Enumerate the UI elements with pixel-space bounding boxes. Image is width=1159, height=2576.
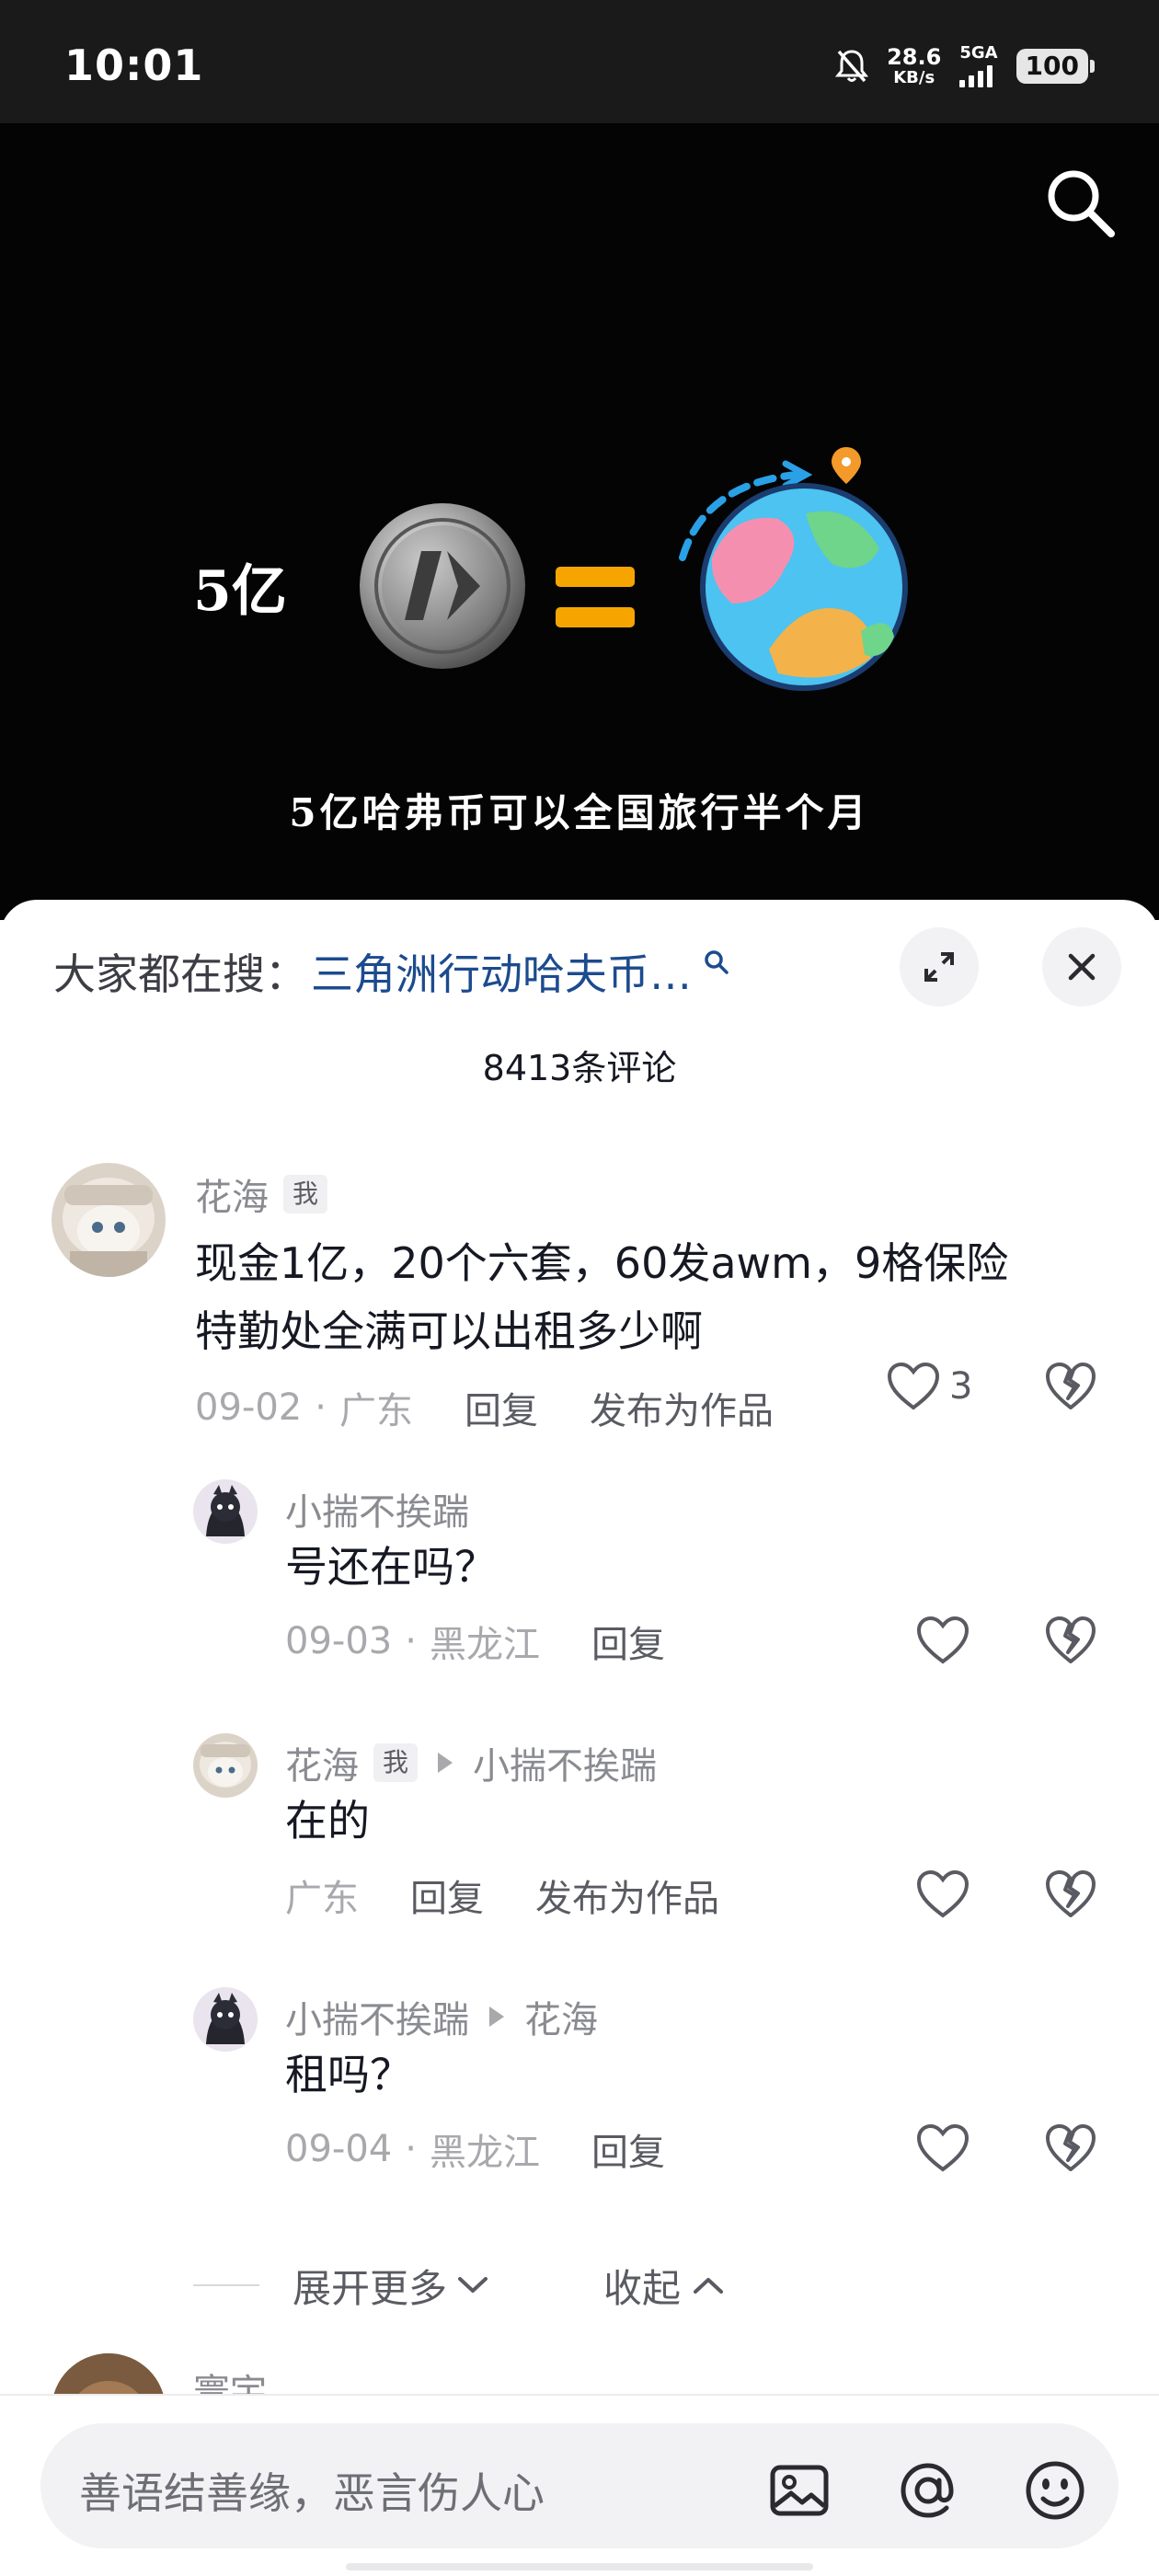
comment-author-row: 花海 我: [195, 1167, 328, 1221]
comment-date: 09-02: [195, 1386, 303, 1429]
reply-to-arrow-icon: [438, 1753, 453, 1773]
video-price-text: 5亿: [193, 559, 287, 624]
reply-date: 09-04: [285, 2128, 393, 2170]
hot-search-query[interactable]: 三角洲行动哈夫币…: [311, 941, 692, 1002]
search-icon[interactable]: [1041, 164, 1119, 241]
battery-icon: 100: [1016, 48, 1095, 85]
reply-button[interactable]: 回复: [410, 1869, 484, 1922]
network-indicator: 5GA: [959, 43, 998, 87]
fullscreen-button[interactable]: [900, 927, 979, 1006]
dislike-icon[interactable]: [1045, 1616, 1096, 1665]
coin-icon: [360, 503, 525, 669]
status-time: 10:01: [64, 40, 204, 90]
me-badge: 我: [373, 1743, 419, 1782]
like-icon[interactable]: [916, 1616, 970, 1665]
comment-text-line1[interactable]: 现金1亿，20个六套，60发awm，9格保险: [195, 1229, 1008, 1297]
close-icon: [1068, 953, 1096, 981]
comment-input-bar: 善语结善缘，恶言伤人心: [0, 2394, 1159, 2576]
reply-location: 黑龙江: [429, 1624, 540, 1666]
me-badge: 我: [283, 1175, 328, 1213]
reply-date: 09-03: [285, 1620, 393, 1662]
chevron-up-icon: [694, 2278, 724, 2294]
comment-meta: 09-02 · 广东 回复 发布为作品: [195, 1382, 774, 1433]
expand-icon: [924, 952, 954, 982]
status-icons: 28.6 KB/s 5GA 100: [835, 44, 1095, 88]
dislike-icon[interactable]: [1045, 2123, 1096, 2173]
reply-location: 黑龙江: [429, 2132, 540, 2174]
reply-meta: 广东 回复 发布为作品: [285, 1869, 719, 1921]
chevron-down-icon: [458, 2277, 488, 2293]
like-count: 3: [949, 1365, 973, 1408]
reply-author-row: 花海 我 小揣不挨踹: [285, 1737, 657, 1788]
comment-author[interactable]: 花海: [195, 1167, 269, 1221]
avatar[interactable]: [193, 1733, 258, 1798]
reply-button[interactable]: 回复: [591, 2122, 665, 2176]
collapse-button[interactable]: 收起: [603, 2260, 725, 2311]
hot-search-label: 大家都在搜：: [53, 949, 307, 999]
reply-text[interactable]: 号还在吗？: [285, 1533, 497, 1601]
expand-more-button[interactable]: 展开更多: [193, 2260, 489, 2311]
comment-sheet: 大家都在搜： 三角洲行动哈夫币… 8413条评论 花海 我 现金1亿，20个六套…: [0, 900, 1159, 2576]
reply-meta: 09-04 · 黑龙江 回复: [285, 2123, 665, 2175]
signal-icon: [959, 63, 993, 87]
comment-input-placeholder: 善语结善缘，恶言伤人心: [79, 2468, 545, 2518]
like-icon[interactable]: [916, 2123, 970, 2173]
reply-to-user[interactable]: 小揣不挨踹: [473, 1736, 657, 1789]
dislike-icon[interactable]: [1045, 1869, 1096, 1919]
reply-author[interactable]: 小揣不挨踹: [285, 1990, 469, 2043]
reply-button[interactable]: 回复: [591, 1615, 665, 1668]
comment-count: 8413条评论: [482, 1048, 677, 1088]
like-icon[interactable]: [887, 1362, 940, 1411]
comment-input[interactable]: 善语结善缘，恶言伤人心: [40, 2423, 1119, 2548]
dislike-icon[interactable]: [1045, 1362, 1096, 1411]
video-player[interactable]: 5亿 5亿哈弗币可以全国旅行半个月: [0, 123, 1159, 920]
avatar[interactable]: [193, 1479, 258, 1544]
globe-icon: [679, 447, 908, 691]
at-icon[interactable]: [896, 2458, 960, 2523]
emoji-icon[interactable]: [1023, 2458, 1087, 2523]
network-type: 5GA: [959, 43, 998, 63]
divider: [193, 2284, 259, 2286]
reply-author[interactable]: 花海: [285, 1736, 359, 1789]
equals-icon: [556, 567, 635, 627]
status-bar: 10:01 28.6 KB/s 5GA 100: [0, 0, 1159, 123]
mute-icon: [835, 50, 869, 83]
comment-text-line2[interactable]: 特勤处全满可以出租多少啊: [195, 1297, 703, 1365]
publish-as-work-button[interactable]: 发布为作品: [590, 1381, 774, 1434]
expand-more-label: 展开更多: [293, 2265, 448, 2311]
close-button[interactable]: [1042, 927, 1121, 1006]
comment-location: 广东: [339, 1390, 413, 1432]
reply-text[interactable]: 在的: [285, 1787, 370, 1855]
reply-button[interactable]: 回复: [465, 1381, 538, 1434]
reply-author[interactable]: 小揣不挨踹: [285, 1482, 469, 1535]
search-small-icon: [705, 950, 729, 974]
reply-meta: 09-03 · 黑龙江 回复: [285, 1616, 665, 1667]
reply-author-row: 小揣不挨踹: [285, 1483, 469, 1535]
like-icon[interactable]: [916, 1869, 970, 1919]
video-caption: 5亿哈弗币可以全国旅行半个月: [289, 790, 870, 835]
reply-author-row: 小揣不挨踹 花海: [285, 1991, 598, 2042]
reply-to-user[interactable]: 花海: [524, 1990, 598, 2043]
hot-search-bar[interactable]: 大家都在搜： 三角洲行动哈夫币…: [53, 942, 730, 1001]
avatar[interactable]: [52, 1163, 166, 1277]
net-speed: 28.6 KB/s: [887, 44, 942, 87]
reply-to-arrow-icon: [489, 2007, 504, 2027]
home-indicator[interactable]: [346, 2563, 813, 2570]
collapse-label: 收起: [603, 2265, 682, 2311]
avatar[interactable]: [193, 1987, 258, 2052]
publish-as-work-button[interactable]: 发布为作品: [535, 1869, 719, 1922]
reply-location: 广东: [285, 1878, 359, 1920]
reply-text[interactable]: 租吗？: [285, 2041, 412, 2109]
image-icon[interactable]: [767, 2458, 832, 2523]
